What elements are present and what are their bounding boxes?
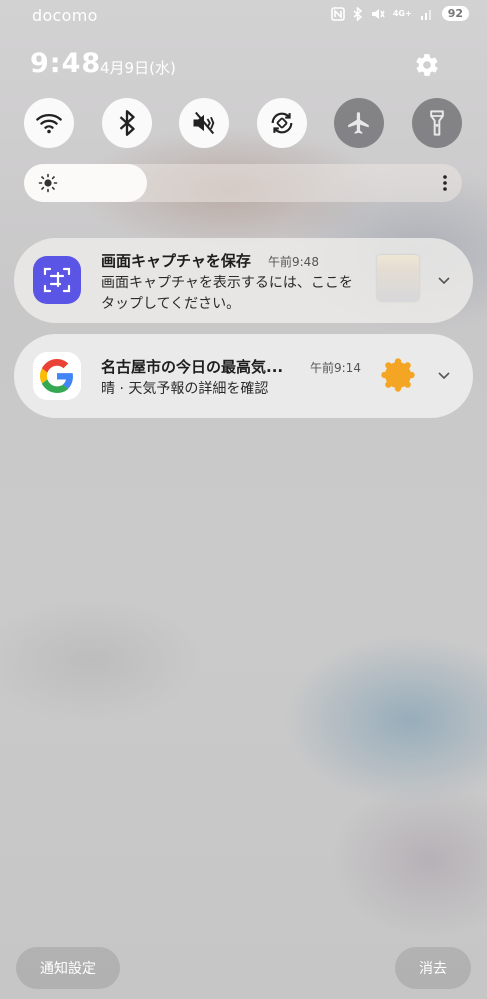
brightness-slider[interactable] (24, 164, 462, 202)
bluetooth-tile[interactable] (102, 98, 152, 148)
mute-icon (193, 111, 215, 135)
notification-card-weather[interactable]: 名古屋市の今日の最高気... 午前9:14 晴 · 天気予報の詳細を確認 (14, 334, 473, 418)
bluetooth-status-icon (353, 6, 363, 21)
signal-icon (420, 8, 434, 20)
clock-date: 4月9日(水) (100, 59, 176, 77)
screenshot-thumbnail[interactable] (377, 255, 419, 301)
notification-time: 午前9:48 (268, 255, 319, 269)
clock-time: 9:48 (30, 48, 102, 79)
nfc-icon (331, 6, 345, 21)
carrier-name: docomo (32, 6, 98, 25)
battery-level: 92 (441, 6, 469, 21)
google-icon (33, 352, 81, 400)
more-options-icon[interactable] (442, 174, 448, 196)
chevron-down-icon[interactable] (436, 367, 452, 383)
notification-card-screenshot[interactable]: 画面キャプチャを保存 午前9:48 画面キャプチャを表示するには、ここをタップし… (14, 238, 473, 323)
chevron-down-icon[interactable] (436, 272, 452, 288)
notification-body: 画面キャプチャを表示するには、ここをタップしてください。 (101, 275, 353, 312)
network-type: 4G+ (392, 8, 412, 18)
notification-settings-button[interactable]: 通知設定 (16, 947, 120, 989)
status-bar: docomo 4G+ 92 (0, 0, 487, 30)
bluetooth-icon (119, 110, 135, 136)
mute-status-icon (371, 7, 385, 21)
sunny-weather-icon (379, 356, 417, 394)
wifi-icon (36, 113, 62, 134)
notification-body: 晴 · 天気予報の詳細を確認 (101, 381, 269, 397)
flashlight-tile[interactable] (412, 98, 462, 148)
airplane-icon (348, 112, 369, 134)
notification-title: 名古屋市の今日の最高気... (101, 358, 284, 376)
brightness-icon (38, 173, 58, 197)
screen-capture-icon (33, 256, 81, 304)
notification-time: 午前9:14 (310, 361, 361, 375)
rotate-icon (271, 112, 293, 134)
quick-settings-row (0, 98, 487, 148)
clear-all-button[interactable]: 消去 (395, 947, 471, 989)
airplane-tile[interactable] (334, 98, 384, 148)
status-icons: 4G+ 92 (331, 6, 469, 21)
notification-title: 画面キャプチャを保存 (101, 252, 251, 270)
settings-gear-icon[interactable] (414, 52, 440, 78)
auto-rotate-tile[interactable] (257, 98, 307, 148)
sound-tile[interactable] (179, 98, 229, 148)
flashlight-icon (430, 110, 444, 136)
wifi-tile[interactable] (24, 98, 74, 148)
